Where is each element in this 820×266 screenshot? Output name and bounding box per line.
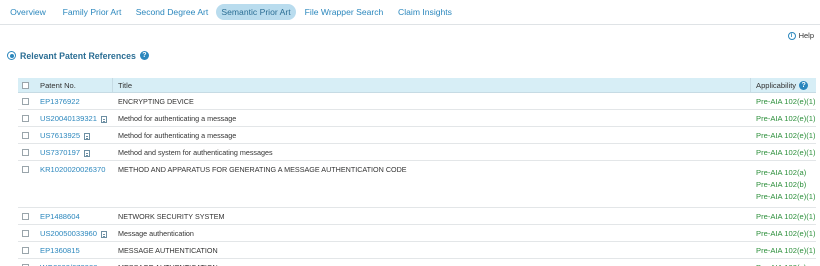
applicability-value: Pre-AIA 102(a) <box>756 168 807 177</box>
patent-number-link[interactable]: US20040139321 <box>40 113 97 125</box>
tab-file-wrapper-search[interactable]: File Wrapper Search <box>302 4 386 20</box>
patent-title: MESSAGE AUTHENTICATION <box>118 262 218 266</box>
applicability-cell: Pre-AIA 102(a) <box>756 262 806 266</box>
applicability-cell: Pre-AIA 102(e)(1) <box>756 113 816 125</box>
table-body: EP1376922 ENCRYPTING DEVICE Pre-AIA 102(e)… <box>18 93 816 266</box>
table-row[interactable]: US20040139321 Method for authenticating a… <box>18 110 816 127</box>
patent-title: METHOD AND APPARATUS FOR GENERATING A ME… <box>118 165 407 174</box>
patent-number-cell: US20040139321 <box>40 113 108 125</box>
patent-title: NETWORK SECURITY SYSTEM <box>118 212 225 221</box>
table-row[interactable]: EP1376922 ENCRYPTING DEVICE Pre-AIA 102(e)… <box>18 93 816 110</box>
table-row[interactable]: US7613925 Method for authenticating a mes… <box>18 127 816 144</box>
row-checkbox[interactable] <box>22 166 29 173</box>
applicability-value: Pre-AIA 102(e)(1) <box>756 192 816 201</box>
patent-number-link[interactable]: KR1020020026370 <box>40 164 105 176</box>
help-label: Help <box>798 31 814 40</box>
table-row[interactable]: EP1360815 MESSAGE AUTHENTICATION Pre-AIA 1… <box>18 242 816 259</box>
table-row[interactable]: US20050033960 Message authentication Pre-A… <box>18 225 816 242</box>
patent-references-table: Patent No. Title Applicability ? EP13769… <box>18 78 816 266</box>
applicability-value: Pre-AIA 102(e)(1) <box>756 229 816 238</box>
header-patent-no[interactable]: Patent No. <box>40 78 76 93</box>
patent-number-link[interactable]: US20050033960 <box>40 228 97 240</box>
patent-number-cell: US7370197 <box>40 147 91 159</box>
table-row[interactable]: WO2002/073928 MESSAGE AUTHENTICATION Pre-A… <box>18 259 816 266</box>
applicability-cell: Pre-AIA 102(e)(1) <box>756 96 816 108</box>
row-checkbox[interactable] <box>22 213 29 220</box>
section-title: Relevant Patent References <box>20 50 136 61</box>
header-applicability-label: Applicability <box>756 81 797 90</box>
section-header: Relevant Patent References ? <box>7 49 149 62</box>
patent-title: MESSAGE AUTHENTICATION <box>118 246 218 255</box>
patent-number-link[interactable]: WO2002/073928 <box>40 262 97 266</box>
tab-overview[interactable]: Overview <box>6 4 50 20</box>
table-row[interactable]: KR1020020026370 METHOD AND APPARATUS FOR … <box>18 161 816 208</box>
patent-number-link[interactable]: EP1488604 <box>40 211 80 223</box>
tab-family-prior-art[interactable]: Family Prior Art <box>56 4 128 20</box>
row-checkbox[interactable] <box>22 132 29 139</box>
patent-title: Method and system for authenticating mes… <box>118 148 273 157</box>
help-link[interactable]: i Help <box>787 30 814 42</box>
applicability-value: Pre-AIA 102(e)(1) <box>756 131 816 140</box>
applicability-cell: Pre-AIA 102(e)(1) <box>756 211 816 223</box>
column-divider <box>750 78 751 93</box>
section-radio[interactable] <box>7 51 16 60</box>
patent-title: Method for authenticating a message <box>118 114 237 123</box>
row-checkbox[interactable] <box>22 230 29 237</box>
document-icon[interactable] <box>101 115 108 123</box>
row-checkbox[interactable] <box>22 98 29 105</box>
question-icon[interactable]: ? <box>799 81 809 90</box>
patent-number-link[interactable]: US7613925 <box>40 130 80 142</box>
select-all-checkbox[interactable] <box>22 82 29 89</box>
patent-title: Message authentication <box>118 229 194 238</box>
applicability-cell: Pre-AIA 102(e)(1) <box>756 147 816 159</box>
column-divider <box>112 78 113 93</box>
applicability-value: Pre-AIA 102(e)(1) <box>756 212 816 221</box>
patent-number-link[interactable]: EP1360815 <box>40 245 80 257</box>
document-icon[interactable] <box>101 230 108 238</box>
patent-title: Method for authenticating a message <box>118 131 237 140</box>
table-header: Patent No. Title Applicability ? <box>18 78 816 93</box>
patent-number-link[interactable]: US7370197 <box>40 147 80 159</box>
document-icon[interactable] <box>84 132 91 140</box>
applicability-value: Pre-AIA 102(e)(1) <box>756 148 816 157</box>
table-row[interactable]: EP1488604 NETWORK SECURITY SYSTEM Pre-AIA … <box>18 208 816 225</box>
applicability-value: Pre-AIA 102(b) <box>756 180 807 189</box>
tab-claim-insights[interactable]: Claim Insights <box>393 4 457 20</box>
row-checkbox[interactable] <box>22 115 29 122</box>
document-icon[interactable] <box>84 149 91 157</box>
info-icon: i <box>787 32 796 40</box>
patent-number-cell: EP1376922 <box>40 96 80 108</box>
patent-number-cell: KR1020020026370 <box>40 164 105 176</box>
patent-title: ENCRYPTING DEVICE <box>118 97 194 106</box>
row-checkbox[interactable] <box>22 149 29 156</box>
header-title[interactable]: Title <box>118 78 132 93</box>
applicability-value: Pre-AIA 102(e)(1) <box>756 246 816 255</box>
applicability-cell: Pre-AIA 102(e)(1) <box>756 228 816 240</box>
applicability-cell: Pre-AIA 102(e)(1) <box>756 130 816 142</box>
tab-bar: Overview Family Prior Art Second Degree … <box>0 0 820 25</box>
patent-number-cell: EP1488604 <box>40 211 80 223</box>
applicability-value: Pre-AIA 102(a) <box>756 262 806 266</box>
tab-semantic-prior-art[interactable]: Semantic Prior Art <box>216 4 296 20</box>
applicability-value: Pre-AIA 102(e)(1) <box>756 97 816 106</box>
row-checkbox[interactable] <box>22 247 29 254</box>
table-row[interactable]: US7370197 Method and system for authentic… <box>18 144 816 161</box>
applicability-cell: Pre-AIA 102(e)(1) <box>756 245 816 257</box>
patent-number-cell: US7613925 <box>40 130 91 142</box>
question-icon[interactable]: ? <box>139 51 149 60</box>
applicability-cell: Pre-AIA 102(a) Pre-AIA 102(b) Pre-AIA 102(… <box>756 167 816 203</box>
header-applicability[interactable]: Applicability ? <box>756 78 809 93</box>
patent-number-cell: US20050033960 <box>40 228 108 240</box>
applicability-value: Pre-AIA 102(e)(1) <box>756 114 816 123</box>
patent-number-link[interactable]: EP1376922 <box>40 96 80 108</box>
tab-second-degree-art[interactable]: Second Degree Art <box>133 4 211 20</box>
patent-number-cell: WO2002/073928 <box>40 262 97 266</box>
patent-number-cell: EP1360815 <box>40 245 80 257</box>
